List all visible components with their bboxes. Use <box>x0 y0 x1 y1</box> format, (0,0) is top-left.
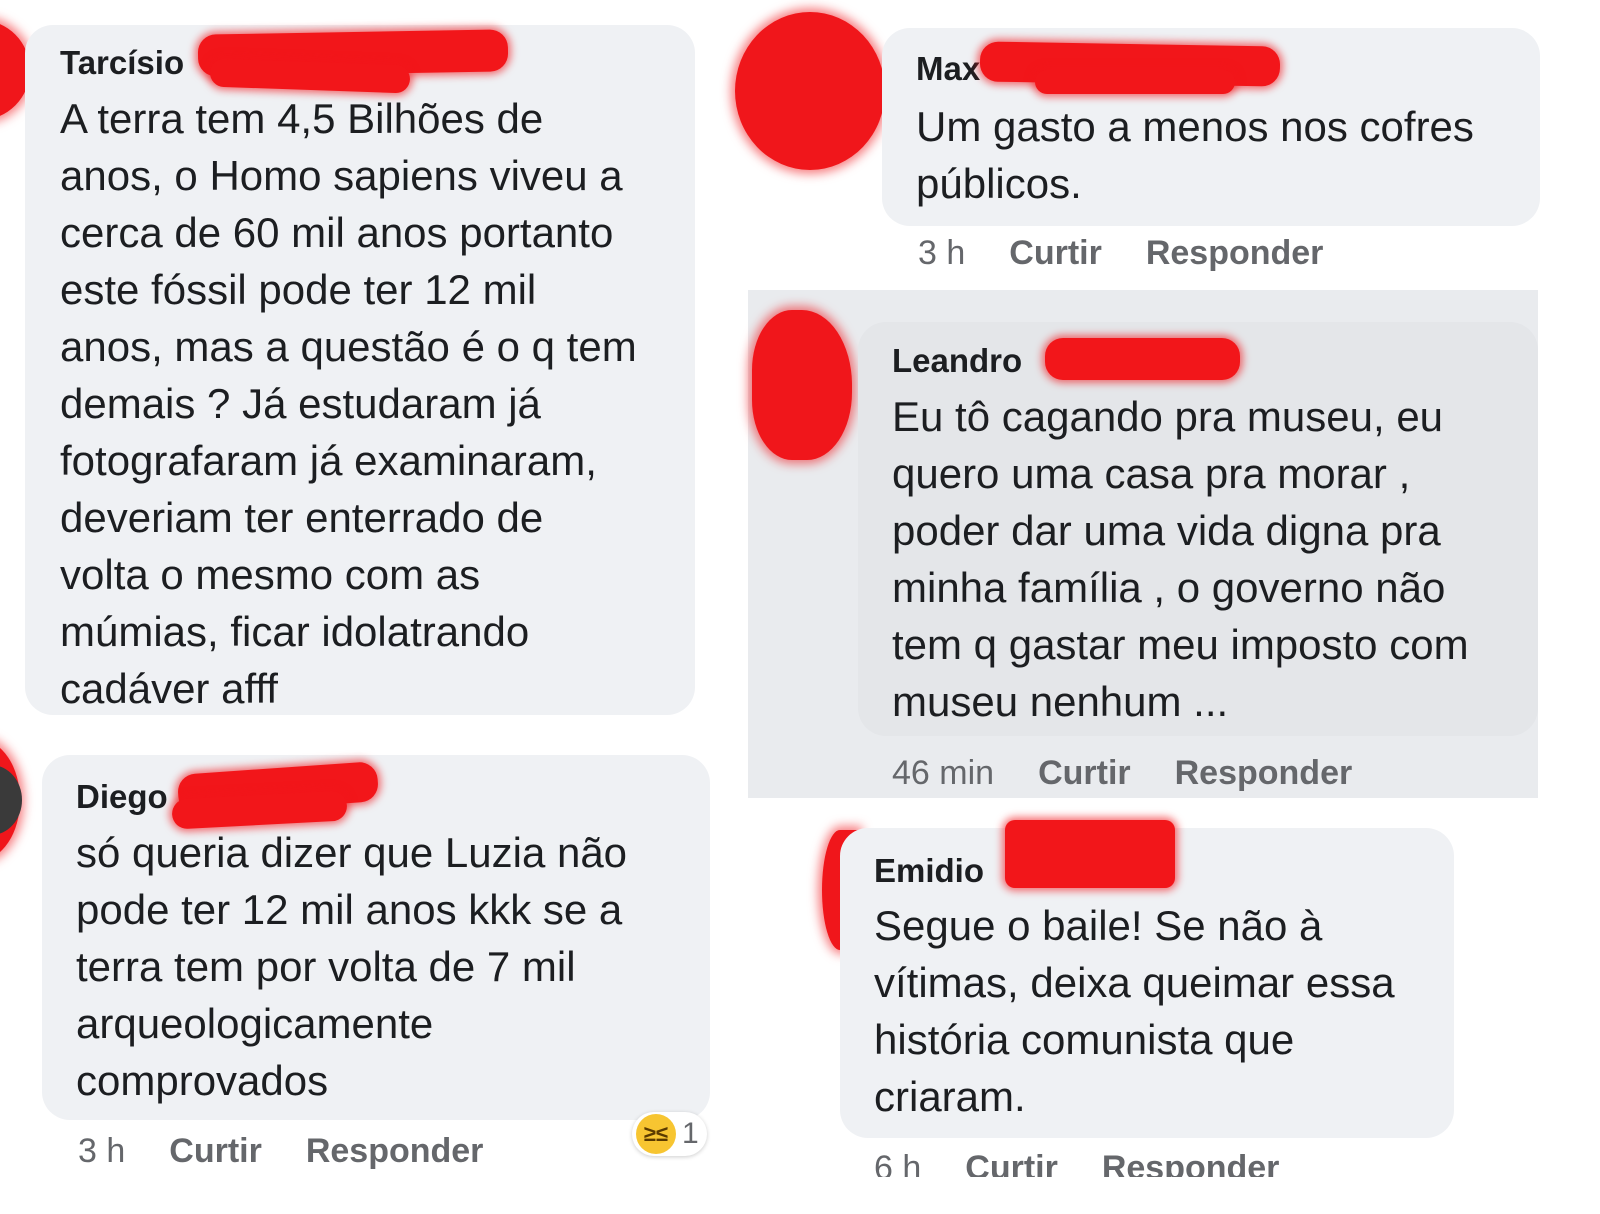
like-button[interactable]: Curtir <box>1038 754 1131 792</box>
comment-line: cerca de 60 mil anos portanto <box>60 209 614 256</box>
avatar[interactable] <box>752 310 852 460</box>
comment-line: poder dar uma vida digna pra <box>892 507 1441 554</box>
comment-text: Eu tô cagando pra museu, eu quero uma ca… <box>892 388 1469 730</box>
comment-actions: 6 h Curtir Responder <box>874 1149 1279 1177</box>
comment-line: fotografaram já examinaram, <box>60 437 597 484</box>
comment-time[interactable]: 6 h <box>874 1149 921 1177</box>
comment-author[interactable]: Tarcísio <box>60 44 184 82</box>
comment-line: volta o mesmo com as <box>60 551 481 598</box>
avatar-edge <box>0 765 22 835</box>
comment-actions: 3 h Curtir Responder <box>78 1132 483 1171</box>
reply-button[interactable]: Responder <box>1102 1149 1280 1177</box>
comment-line: Um gasto a menos nos cofres <box>916 103 1474 150</box>
comment-line: Segue o baile! Se não à <box>874 902 1323 949</box>
comment-time[interactable]: 3 h <box>918 234 965 272</box>
comment-line: Eu tô cagando pra museu, eu <box>892 393 1444 440</box>
comment-line: A terra tem 4,5 Bilhões de <box>60 95 544 142</box>
redaction-mark <box>1035 70 1235 94</box>
reply-button[interactable]: Responder <box>1146 234 1324 272</box>
comment-line: este fóssil pode ter 12 mil <box>60 266 537 313</box>
comment-line: terra tem por volta de 7 mil <box>76 943 576 990</box>
comment-line: pode ter 12 mil anos kkk se a <box>76 886 623 933</box>
comment-author[interactable]: Diego <box>76 778 168 816</box>
comment-text: Um gasto a menos nos cofres públicos. <box>916 98 1474 212</box>
avatar[interactable] <box>735 12 885 170</box>
laughing-emoji-icon: ≥≤ <box>636 1114 676 1154</box>
redaction-mark <box>1045 338 1240 380</box>
reply-button[interactable]: Responder <box>306 1132 484 1170</box>
comment-line: criaram. <box>874 1073 1026 1120</box>
reaction-badge[interactable]: ≥≤ 1 <box>632 1112 707 1156</box>
comment-author[interactable]: Leandro <box>892 342 1022 380</box>
comment-line: tem q gastar meu imposto com <box>892 621 1469 668</box>
comment-line: cadáver afff <box>60 665 278 712</box>
like-button[interactable]: Curtir <box>1009 234 1102 272</box>
comment-line: anos, o Homo sapiens viveu a <box>60 152 623 199</box>
comment-line: só queria dizer que Luzia não <box>76 829 628 876</box>
comment-line: história comunista que <box>874 1016 1295 1063</box>
comment-line: públicos. <box>916 160 1082 207</box>
comment-line: múmias, ficar idolatrando <box>60 608 530 655</box>
comment-line: minha família , o governo não <box>892 564 1446 611</box>
comment-line: demais ? Já estudaram já <box>60 380 541 427</box>
redaction-mark <box>1005 820 1175 888</box>
like-button[interactable]: Curtir <box>965 1149 1058 1177</box>
comment-line: anos, mas a questão é o q tem <box>60 323 637 370</box>
reaction-count: 1 <box>682 1117 699 1150</box>
comment-line: arqueologicamente <box>76 1000 434 1047</box>
comment-actions: 3 h Curtir Responder <box>918 234 1323 273</box>
comment-text: só queria dizer que Luzia não pode ter 1… <box>76 824 627 1109</box>
comment-line: comprovados <box>76 1057 329 1104</box>
like-button[interactable]: Curtir <box>169 1132 262 1170</box>
comment-author[interactable]: Max <box>916 50 980 88</box>
comment-line: quero uma casa pra morar , <box>892 450 1411 497</box>
comment-time[interactable]: 3 h <box>78 1132 125 1170</box>
comment-text: Segue o baile! Se não à vítimas, deixa q… <box>874 897 1395 1125</box>
comment-line: deveriam ter enterrado de <box>60 494 544 541</box>
comment-actions: 46 min Curtir Responder <box>892 754 1352 793</box>
comment-line: museu nenhum ... <box>892 678 1229 725</box>
reply-button[interactable]: Responder <box>1175 754 1353 792</box>
actions-clip: 6 h Curtir Responder <box>860 1145 1420 1177</box>
comment-time[interactable]: 46 min <box>892 754 994 792</box>
comment-text: A terra tem 4,5 Bilhões de anos, o Homo … <box>60 90 637 717</box>
comment-author[interactable]: Emidio <box>874 852 984 890</box>
comment-line: vítimas, deixa queimar essa <box>874 959 1395 1006</box>
